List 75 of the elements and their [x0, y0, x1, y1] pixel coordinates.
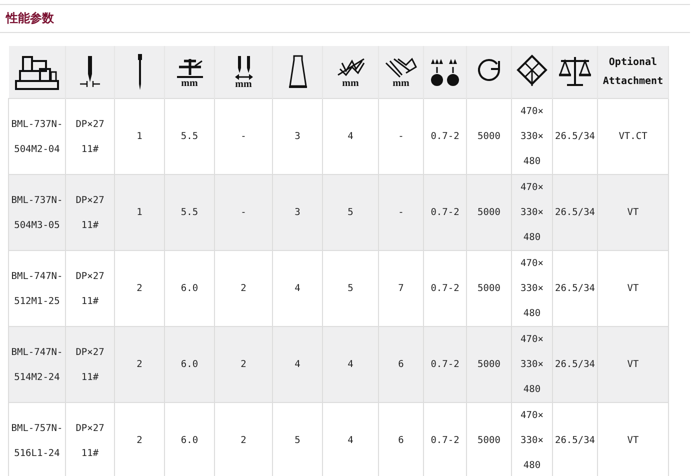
table-cell-text: BML-747N-514M2-24: [10, 346, 64, 384]
table-cell-text: 2: [240, 282, 246, 296]
table-cell-text: 2: [240, 358, 246, 372]
table-cell-text: -: [240, 206, 246, 220]
table-cell-text: 1: [136, 130, 142, 144]
table-cell-text: 4: [294, 358, 300, 372]
needle-gauge-icon: [78, 54, 102, 90]
overlock-stitch-icon: [384, 55, 418, 79]
table-cell-text: 6.0: [180, 358, 198, 372]
table-cell-text: BML-737N-504M3-05: [10, 194, 64, 232]
table-cell-text: 5.5: [180, 130, 198, 144]
table-cell-text: DP×27 11#: [74, 346, 106, 384]
table-cell-text: 0.7-2: [430, 282, 460, 296]
unit-label: mm: [342, 79, 359, 89]
table-cell-text: 3: [294, 206, 300, 220]
table-cell-text: 5: [348, 206, 354, 220]
table-cell-text: 26.5/34: [554, 358, 596, 372]
table-cell-text: DP×27 11#: [74, 194, 106, 232]
table-cell-text: 3: [294, 130, 300, 144]
thread-cone-icon: [286, 53, 308, 91]
table-cell-text: BML-737N-504M2-04: [10, 118, 64, 156]
table-cell-text: 470×330×480: [520, 257, 544, 321]
table-cell-text: 5000: [478, 358, 500, 372]
table-cell-text: 2: [136, 282, 142, 296]
table-cell-text: VT: [627, 206, 639, 220]
table-cell-text: 5000: [478, 282, 500, 296]
table-cell-text: 26.5/34: [554, 130, 596, 144]
table-cell-text: 1: [136, 206, 142, 220]
unit-label: mm: [235, 80, 252, 90]
table-cell-text: 5: [294, 434, 300, 448]
table-cell-text: 5000: [478, 206, 500, 220]
column-header: Optional Attachment: [602, 56, 664, 89]
table-cell-text: 2: [136, 358, 142, 372]
table-cell-text: 0.7-2: [430, 130, 460, 144]
unit-label: mm: [392, 79, 410, 89]
section-title: 性能参数: [6, 10, 54, 27]
table-cell-text: 4: [348, 130, 354, 144]
table-cell-text: 470×330×480: [520, 409, 544, 473]
table-cell-text: 4: [348, 434, 354, 448]
table-cell-text: VT: [627, 434, 639, 448]
table-cell-text: 26.5/34: [554, 282, 596, 296]
sewing-machine-icon: [14, 53, 60, 91]
table-cell-text: DP×27 11#: [74, 422, 106, 460]
table-cell-text: VT.CT: [618, 130, 648, 144]
table-cell-text: 470×330×480: [520, 181, 544, 245]
table-cell-text: -: [398, 130, 404, 144]
table-cell-text: 0.7-2: [430, 358, 460, 372]
table-cell-text: 5: [348, 282, 354, 296]
table-cell-text: -: [240, 130, 246, 144]
table-cell-text: 6: [398, 434, 404, 448]
table-cell-text: 26.5/34: [554, 434, 596, 448]
table-cell-text: 26.5/34: [554, 206, 596, 220]
table-cell-text: 5000: [478, 130, 500, 144]
table-cell-text: 7: [398, 282, 404, 296]
table-cell-text: 5000: [478, 434, 500, 448]
table-cell-text: VT: [627, 282, 639, 296]
table-cell-text: 4: [294, 282, 300, 296]
table-cell-text: 6: [398, 358, 404, 372]
table-cell-text: 6.0: [180, 434, 198, 448]
table-cell-text: VT: [627, 358, 639, 372]
table-cell-text: DP×27 11#: [74, 118, 106, 156]
unit-label: mm: [181, 79, 198, 89]
table-cell-text: 4: [348, 358, 354, 372]
table-cell-text: 2: [136, 434, 142, 448]
table-cell-text: -: [398, 206, 404, 220]
table-cell-text: 0.7-2: [430, 206, 460, 220]
table-cell-text: 470×330×480: [520, 333, 544, 397]
table-cell-text: 2: [240, 434, 246, 448]
table-cell-text: 6.0: [180, 282, 198, 296]
table-cell-text: 0.7-2: [430, 434, 460, 448]
table-cell-text: 470×330×480: [520, 105, 544, 169]
table-cell-text: DP×27 11#: [74, 270, 106, 308]
table-cell-text: BML-757N-516L1-24: [10, 422, 64, 460]
table-cell-text: BML-747N-512M1-25: [10, 270, 64, 308]
table-cell-text: 5.5: [180, 206, 198, 220]
